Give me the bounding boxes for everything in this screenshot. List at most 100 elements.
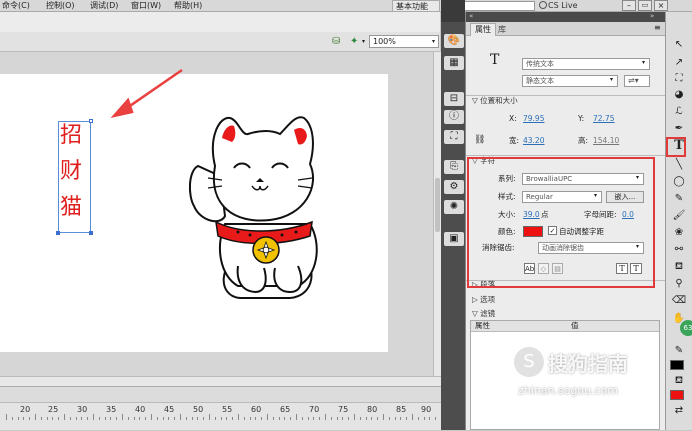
ruler-tick: [261, 417, 263, 420]
line-tool-icon[interactable]: ╲: [669, 158, 689, 172]
bone-tool-icon[interactable]: ⚯: [669, 243, 689, 257]
collapse-icon[interactable]: «: [469, 12, 473, 20]
ruler-tick: [214, 417, 216, 420]
eyedropper-tool-icon[interactable]: ⚲: [669, 277, 689, 291]
section-options[interactable]: ▷ 选项: [472, 295, 495, 305]
3d-rotation-tool-icon[interactable]: ◕: [669, 88, 689, 102]
ruler-tick: [238, 414, 239, 420]
vertical-scrollbar[interactable]: [433, 52, 441, 376]
info-icon[interactable]: ⓘ: [444, 110, 464, 124]
ruler-tick: [87, 417, 89, 420]
filter-col-value: 值: [571, 321, 579, 330]
fill-color-swatch[interactable]: [670, 390, 684, 400]
ruler-tick: [35, 414, 36, 420]
oval-tool-icon[interactable]: ◯: [669, 175, 689, 189]
ruler-tick: [301, 417, 303, 420]
ruler-tick: [46, 417, 48, 420]
ruler-tick: [104, 417, 106, 420]
panel-menu-icon[interactable]: ≡: [654, 23, 661, 32]
ruler-tick: [278, 417, 280, 420]
selection-tool-icon[interactable]: ↖: [669, 38, 689, 52]
scroll-thumb[interactable]: [435, 178, 440, 232]
eraser-tool-icon[interactable]: ⌫: [669, 294, 689, 308]
stroke-color-icon[interactable]: ✎: [669, 344, 689, 358]
subselection-tool-icon[interactable]: ↗: [669, 56, 689, 70]
lasso-tool-icon[interactable]: ℒ: [669, 105, 689, 119]
timeline-header: [0, 386, 441, 402]
ruler-tick: [412, 414, 413, 420]
ruler-tick: [383, 414, 384, 420]
width-value[interactable]: 43.20: [523, 136, 544, 146]
expand-icon[interactable]: »: [650, 12, 654, 20]
ruler-tick: [348, 417, 350, 420]
text-type-select[interactable]: 传统文本: [522, 58, 650, 70]
ruler-tick: [98, 417, 100, 420]
ruler-tick: [122, 414, 123, 420]
dock-header: [441, 0, 465, 22]
ruler-tick: [69, 417, 71, 420]
ruler-tick: [110, 417, 112, 420]
ruler-tick: [342, 417, 344, 420]
ruler-tick: [267, 414, 268, 420]
deco-tool-icon[interactable]: ❀: [669, 226, 689, 240]
pencil-tool-icon[interactable]: ✎: [669, 192, 689, 206]
ruler-tick: [133, 417, 135, 420]
text-tool-icon: T: [490, 52, 500, 68]
swap-colors-icon[interactable]: ⇄: [669, 404, 689, 418]
fill-color-icon[interactable]: ⛾: [669, 374, 689, 388]
ruler-tick: [272, 417, 274, 420]
panel-tabbar: 属性 库 ≡: [466, 22, 666, 36]
components-icon[interactable]: ⚙: [444, 180, 464, 194]
horizontal-scrollbar[interactable]: [0, 376, 441, 386]
sogou-logo-icon: S: [514, 347, 544, 377]
transform-icon[interactable]: ⛶: [444, 130, 464, 144]
text-subtype-select[interactable]: 静态文本: [522, 75, 618, 87]
ruler-tick: [180, 414, 181, 420]
tab-properties[interactable]: 属性: [470, 23, 496, 36]
ruler-tick: [243, 417, 245, 420]
width-label: 宽:: [509, 136, 520, 145]
ruler-tick: [429, 417, 431, 420]
toolbox: ↖ ↗ ⛶ ◕ ℒ ✒ T ╲ ◯ ✎ 🖌 ❀ ⚯ ⛾ ⚲ ⌫ ✋ 63 ✎ ⛾…: [665, 12, 692, 430]
y-value[interactable]: 72.75: [593, 114, 614, 124]
filter-col-property: 属性: [475, 321, 490, 330]
x-value[interactable]: 79.95: [523, 114, 544, 124]
ruler-tick: [354, 414, 355, 420]
watermark-brand: 搜狗指南: [548, 352, 628, 376]
ruler-tick: [116, 417, 118, 420]
ruler-tick: [197, 417, 199, 420]
section-position-size[interactable]: ▽ 位置和大小: [472, 96, 518, 106]
orientation-select[interactable]: ⇌▾: [624, 75, 650, 87]
tab-library[interactable]: 库: [498, 24, 506, 36]
ruler-tick: [29, 417, 31, 420]
panel-titlebar: « »: [466, 12, 666, 22]
motion-presets-icon[interactable]: ✺: [444, 200, 464, 214]
section-filters[interactable]: ▽ 滤镜: [472, 309, 495, 319]
ruler-tick: [17, 417, 19, 420]
align-icon[interactable]: ⊟: [444, 92, 464, 106]
code-snippets-icon[interactable]: ⎘: [444, 160, 464, 174]
ruler-tick: [325, 414, 326, 420]
project-icon[interactable]: ▣: [444, 232, 464, 246]
ruler-tick: [58, 417, 60, 420]
ruler-tick: [40, 417, 42, 420]
pen-tool-icon[interactable]: ✒: [669, 122, 689, 136]
height-value[interactable]: 154.10: [593, 136, 619, 146]
ruler-tick: [284, 417, 286, 420]
swatches-icon[interactable]: ▦: [444, 56, 464, 70]
ruler-tick: [394, 417, 396, 420]
ruler-tick: [290, 417, 292, 420]
chevron-down-icon: ▾: [610, 76, 614, 83]
timeline-ruler[interactable]: 20 25 30 35 40 45 50 55 60 65 70 75 80 8…: [0, 402, 442, 430]
color-panel-icon[interactable]: 🎨: [444, 34, 464, 48]
paint-bucket-tool-icon[interactable]: ⛾: [669, 260, 689, 274]
stroke-color-swatch[interactable]: [670, 360, 684, 370]
ruler-tick: [359, 417, 361, 420]
link-icon[interactable]: ⛓: [474, 135, 485, 145]
free-transform-tool-icon[interactable]: ⛶: [669, 72, 689, 86]
ruler-tick: [330, 417, 332, 420]
ruler-tick: [388, 417, 390, 420]
ruler-tick: [232, 417, 234, 420]
ruler-tick: [203, 417, 205, 420]
brush-tool-icon[interactable]: 🖌: [669, 209, 689, 223]
